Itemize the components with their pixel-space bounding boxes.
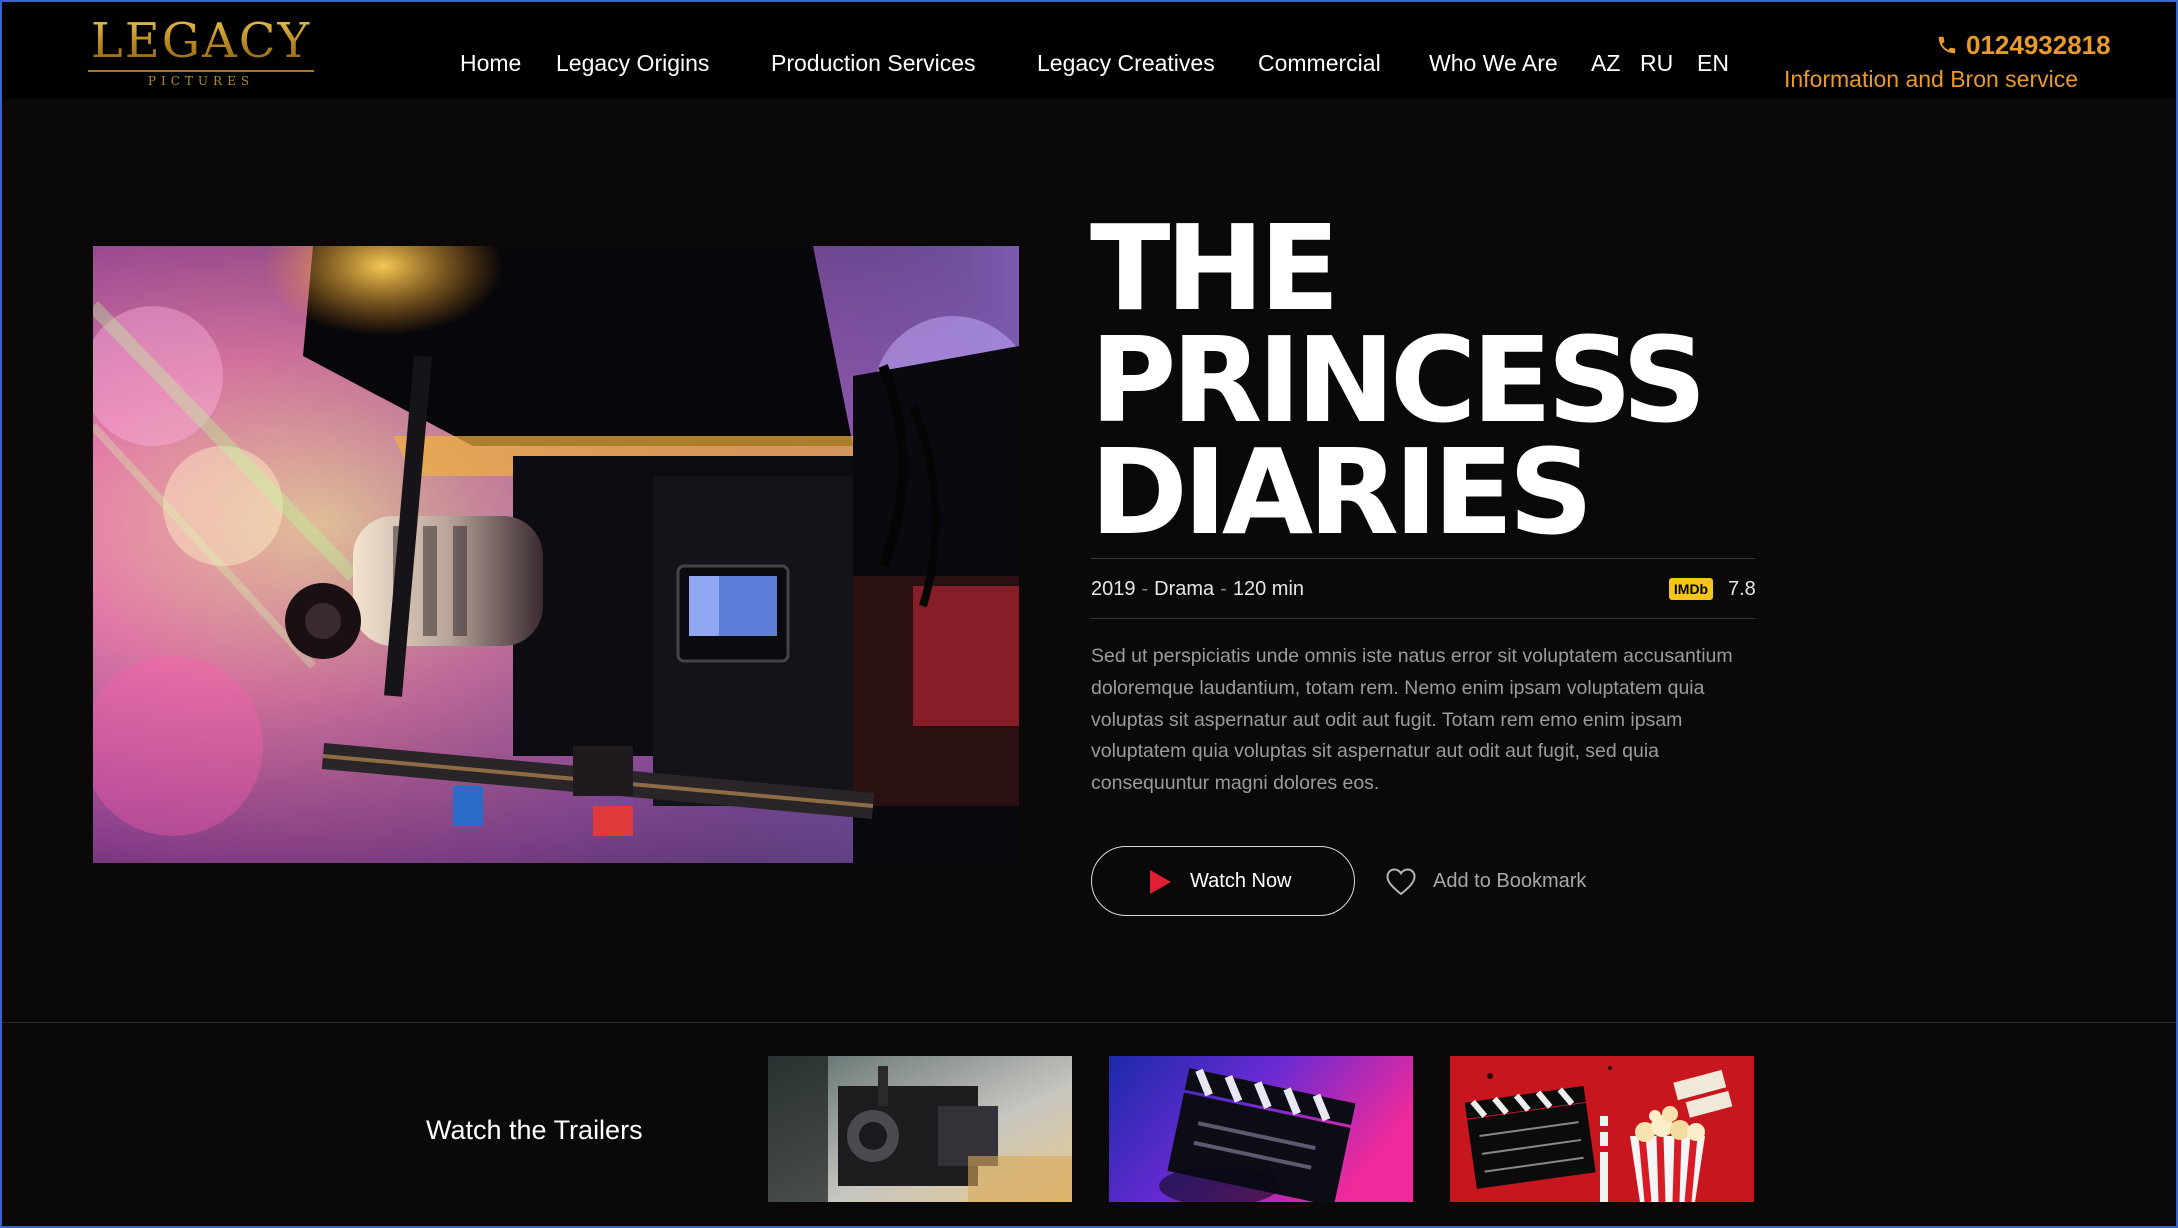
movie-meta: 2019- Drama -120 min xyxy=(1091,574,1304,604)
watch-trailers-heading: Watch the Trailers xyxy=(426,1115,643,1145)
nav-legacy-origins[interactable]: Legacy Origins xyxy=(556,46,709,80)
nav-legacy-creatives[interactable]: Legacy Creatives xyxy=(1037,46,1215,80)
title-line-1: THE xyxy=(1090,199,1340,337)
film-camera-photo xyxy=(93,246,1019,863)
bookmark-label: Add to Bookmark xyxy=(1433,870,1587,892)
legacy-pictures-logo[interactable]: LEGACY PICTURES xyxy=(76,16,326,88)
film-camera-rig-thumbnail xyxy=(768,1056,1072,1202)
logo-subtitle: PICTURES xyxy=(147,74,255,88)
site-header: LEGACY PICTURES Home Legacy Origins Prod… xyxy=(0,0,2178,99)
nav-commercial[interactable]: Commercial xyxy=(1258,46,1381,80)
heart-icon xyxy=(1386,868,1416,896)
lang-az[interactable]: AZ xyxy=(1591,46,1620,80)
movie-genre: Drama xyxy=(1154,578,1215,600)
lang-en[interactable]: EN xyxy=(1697,46,1729,80)
trailer-thumbnail-1[interactable] xyxy=(768,1056,1072,1202)
movie-title: THE PRINCESS DIARIES xyxy=(1090,199,1707,561)
hero-film-camera-image xyxy=(93,246,1019,863)
trailer-thumbnail-2[interactable] xyxy=(1109,1056,1413,1202)
logo-rule xyxy=(88,70,314,72)
meta-separator: - xyxy=(1141,578,1149,600)
clapperboard-popcorn-thumbnail xyxy=(1450,1056,1754,1202)
bron-service-link[interactable]: Information and Bron service xyxy=(1784,64,2078,94)
title-line-3: DIARIES xyxy=(1090,423,1594,561)
meta-separator: - xyxy=(1220,578,1227,600)
nav-home[interactable]: Home xyxy=(460,46,521,80)
logo-wordmark: LEGACY xyxy=(76,16,326,66)
movie-year: 2019 xyxy=(1091,578,1136,600)
trailer-thumbnail-3[interactable] xyxy=(1450,1056,1754,1202)
phone-icon xyxy=(1938,36,1956,54)
watch-now-label: Watch Now xyxy=(1190,870,1292,892)
imdb-rating: 7.8 xyxy=(1728,578,1756,600)
play-icon xyxy=(1150,870,1171,894)
lang-ru[interactable]: RU xyxy=(1640,46,1673,80)
imdb-badge: IMDb xyxy=(1669,578,1713,600)
title-line-2: PRINCESS xyxy=(1090,311,1707,449)
nav-production-services[interactable]: Production Services xyxy=(771,46,976,80)
nav-who-we-are[interactable]: Who We Are xyxy=(1429,46,1558,80)
meta-divider-bottom xyxy=(1091,618,1755,619)
section-divider xyxy=(0,1022,2178,1023)
meta-divider-top xyxy=(1091,558,1755,559)
movie-description: Sed ut perspiciatis unde omnis iste natu… xyxy=(1091,645,1733,795)
movie-duration: 120 min xyxy=(1232,578,1305,600)
clapperboard-neon-thumbnail xyxy=(1109,1056,1413,1202)
phone-number: 0124932818 xyxy=(1966,30,2111,60)
watch-now-button[interactable]: Watch Now xyxy=(1091,846,1355,916)
phone-link[interactable]: 0124932818 xyxy=(1936,28,2111,62)
